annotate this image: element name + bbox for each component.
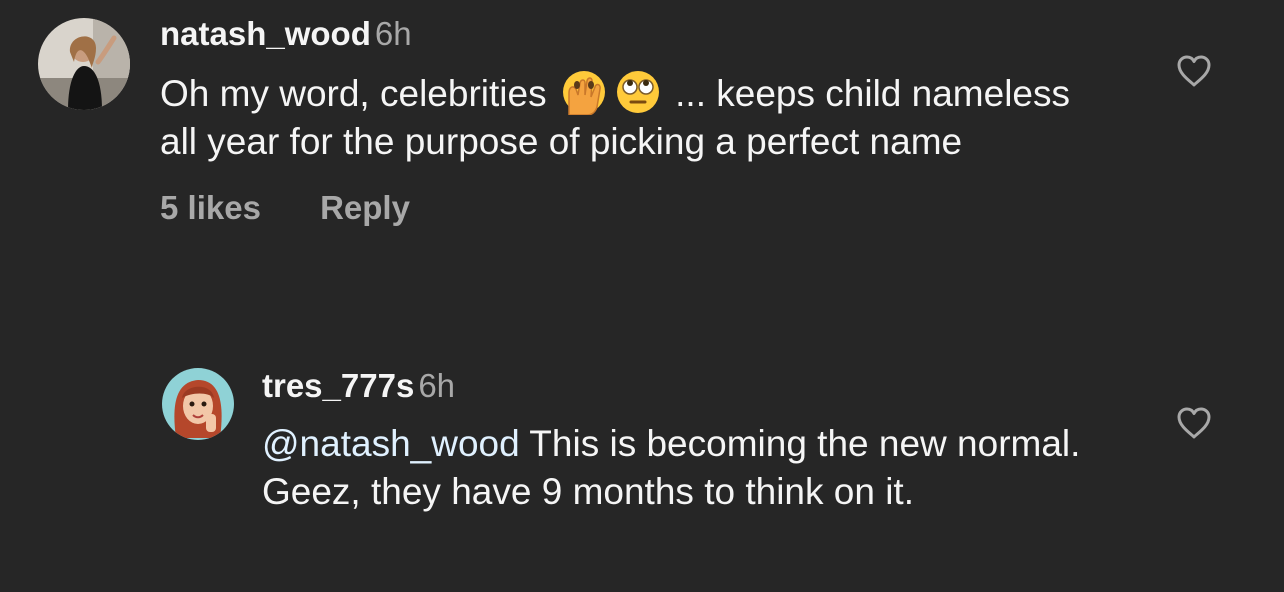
comment-username[interactable]: natash_wood [160, 15, 371, 52]
comment-header: natash_wood 6h [160, 14, 1080, 54]
reply-username[interactable]: tres_777s [262, 367, 414, 404]
comment-text-part-1: Oh my word, celebrities [160, 73, 547, 114]
avatar-photo [38, 18, 130, 110]
comment-actions: 5 likes Reply [160, 189, 1080, 227]
reply-like-heart-icon[interactable] [1176, 406, 1212, 440]
reply-avatar-photo [162, 368, 234, 440]
avatar[interactable] [38, 18, 130, 110]
mention-link[interactable]: @natash_wood [262, 423, 520, 464]
reply-timestamp: 6h [418, 367, 456, 404]
comment-text: Oh my word, celebrities ... keeps child … [160, 69, 1080, 166]
reply-button[interactable]: Reply [320, 189, 410, 227]
reply-text: @natash_wood This is becoming the new no… [262, 420, 1142, 516]
reply-avatar[interactable] [162, 368, 234, 440]
like-heart-icon[interactable] [1176, 54, 1212, 88]
face-with-hand-over-mouth-icon [562, 71, 605, 115]
face-with-rolling-eyes-icon [616, 71, 659, 113]
comment-timestamp: 6h [374, 15, 412, 52]
reply-header: tres_777s 6h [262, 366, 1142, 406]
likes-count[interactable]: 5 likes [160, 189, 261, 227]
